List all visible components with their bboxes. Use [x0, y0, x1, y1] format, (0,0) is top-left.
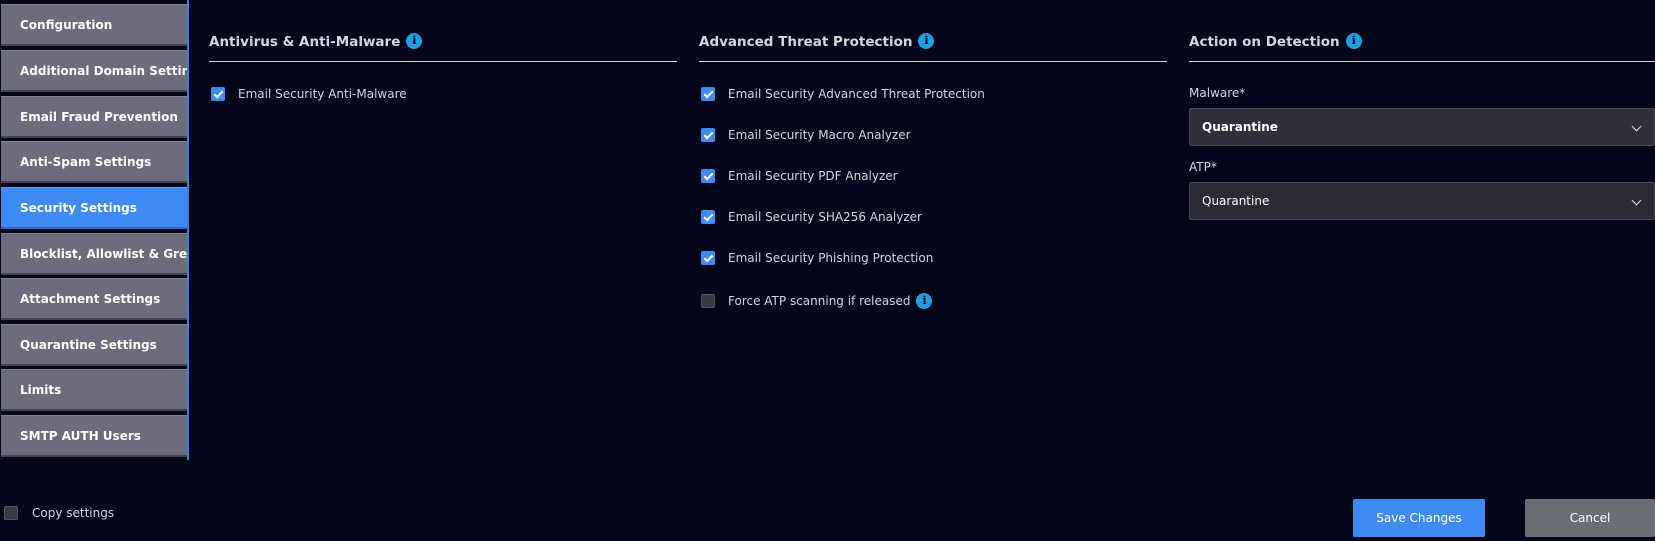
option-anti-malware[interactable]: Email Security Anti-Malware	[211, 86, 407, 102]
antivirus-header: Antivirus & Anti-Malware i	[209, 32, 677, 62]
security-settings-page: Configuration Additional Domain Settings…	[0, 0, 1655, 541]
info-icon[interactable]: i	[916, 292, 933, 309]
option-advanced-threat-protection[interactable]: Email Security Advanced Threat Protectio…	[701, 86, 985, 102]
cancel-button[interactable]: Cancel	[1525, 499, 1655, 537]
option-pdf-analyzer[interactable]: Email Security PDF Analyzer	[701, 168, 898, 184]
action-title: Action on Detection i	[1189, 33, 1362, 50]
info-icon[interactable]: i	[918, 33, 935, 49]
sidebar-item-security-settings[interactable]: Security Settings	[1, 187, 187, 229]
atp-title: Advanced Threat Protection i	[699, 33, 935, 50]
option-force-atp-scanning[interactable]: Force ATP scanning if released i	[701, 292, 933, 309]
sidebar-item-attachment-settings[interactable]: Attachment Settings	[1, 278, 187, 320]
chevron-down-icon	[1631, 195, 1642, 206]
copy-settings-row[interactable]: Copy settings	[4, 505, 114, 521]
sidebar-item-limits[interactable]: Limits	[1, 369, 187, 411]
copy-settings-checkbox[interactable]	[4, 505, 18, 520]
sidebar-item-smtp-auth-users[interactable]: SMTP AUTH Users	[1, 415, 187, 457]
option-phishing-protection[interactable]: Email Security Phishing Protection	[701, 250, 933, 266]
malware-select[interactable]: Quarantine	[1189, 108, 1655, 146]
action-header: Action on Detection i	[1189, 32, 1655, 62]
sidebar-item-configuration[interactable]: Configuration	[1, 4, 187, 46]
atp-header: Advanced Threat Protection i	[699, 32, 1167, 62]
sidebar-item-additional-domain-settings[interactable]: Additional Domain Settings	[1, 50, 187, 92]
option-sha256-analyzer[interactable]: Email Security SHA256 Analyzer	[701, 209, 922, 225]
phishing-protection-checkbox[interactable]	[701, 250, 715, 265]
sidebar-item-blocklist-allowlist-greylist[interactable]: Blocklist, Allowlist & Greylist	[1, 233, 187, 275]
sha256-analyzer-checkbox[interactable]	[701, 209, 715, 224]
antivirus-title: Antivirus & Anti-Malware i	[209, 33, 423, 50]
save-changes-button[interactable]: Save Changes	[1353, 499, 1485, 537]
atp-select[interactable]: Quarantine	[1189, 182, 1655, 220]
settings-sidebar: Configuration Additional Domain Settings…	[0, 0, 189, 460]
info-icon[interactable]: i	[406, 33, 423, 49]
atp-label: ATP*	[1189, 160, 1217, 174]
atp-checkbox[interactable]	[701, 86, 715, 101]
anti-malware-checkbox[interactable]	[211, 86, 225, 101]
chevron-down-icon	[1631, 121, 1642, 132]
sidebar-item-email-fraud-prevention[interactable]: Email Fraud Prevention	[1, 96, 187, 138]
info-icon[interactable]: i	[1345, 33, 1362, 49]
sidebar-item-quarantine-settings[interactable]: Quarantine Settings	[1, 324, 187, 366]
macro-analyzer-checkbox[interactable]	[701, 127, 715, 142]
malware-label: Malware*	[1189, 86, 1246, 100]
sidebar-item-anti-spam-settings[interactable]: Anti-Spam Settings	[1, 141, 187, 183]
force-atp-scanning-checkbox[interactable]	[701, 293, 715, 308]
pdf-analyzer-checkbox[interactable]	[701, 168, 715, 183]
option-macro-analyzer[interactable]: Email Security Macro Analyzer	[701, 127, 911, 143]
